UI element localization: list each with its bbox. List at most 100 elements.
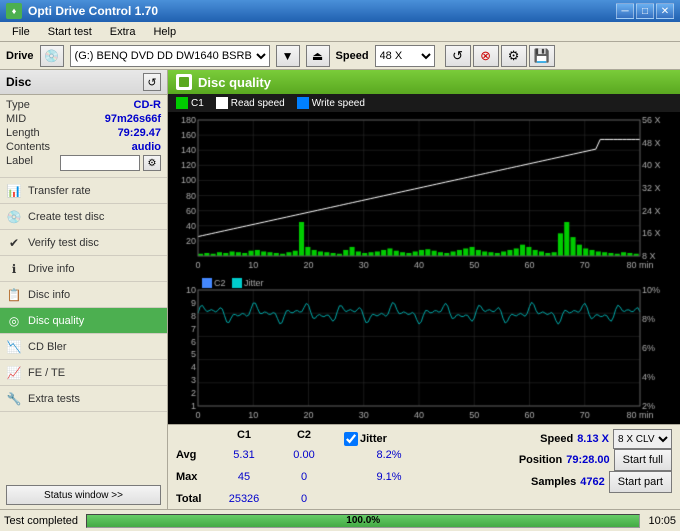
drive-select[interactable]: (G:) BENQ DVD DD DW1640 BSRB xyxy=(70,45,270,67)
title-bar: ♦ Opti Drive Control 1.70 ─ □ ✕ xyxy=(0,0,680,22)
sidebar-item-create-test-disc[interactable]: 💿 Create test disc xyxy=(0,204,167,230)
sidebar-item-disc-info[interactable]: 📋 Disc info xyxy=(0,282,167,308)
stats-header-row: C1 C2 Jitter Speed 8.13 X 8 X CLV xyxy=(174,429,674,449)
disc-info-panel: Type CD-R MID 97m26s66f Length 79:29.47 … xyxy=(0,95,167,178)
stats-jitter-header: Jitter xyxy=(344,429,434,449)
disc-contents-key: Contents xyxy=(6,141,50,153)
samples-label: Samples xyxy=(531,476,576,488)
menu-help[interactable]: Help xyxy=(145,24,184,40)
stats-col2-header: C2 xyxy=(274,429,334,449)
speed-select[interactable]: 48 X xyxy=(375,45,435,67)
maximize-button[interactable]: □ xyxy=(636,3,654,19)
save-icon-button[interactable]: 💾 xyxy=(529,45,555,67)
stats-avg-row: Avg 5.31 0.00 8.2% Position 79:28.00 Sta… xyxy=(174,449,674,471)
position-value: 79:28.00 xyxy=(566,454,609,466)
status-bar: Test completed 100.0% 10:05 xyxy=(0,509,680,531)
disc-label-input[interactable] xyxy=(60,155,140,171)
sidebar-item-verify-test-disc[interactable]: ✔ Verify test disc xyxy=(0,230,167,256)
fe-te-icon: 📈 xyxy=(6,365,22,381)
cd-bler-label: CD Bler xyxy=(28,341,67,353)
create-test-disc-icon: 💿 xyxy=(6,209,22,225)
erase-icon-button[interactable]: ⊗ xyxy=(473,45,499,67)
status-time: 10:05 xyxy=(648,515,676,527)
status-window-button[interactable]: Status window >> xyxy=(6,485,161,505)
disc-refresh-button[interactable]: ↺ xyxy=(143,73,161,91)
legend-read-speed-label: Read speed xyxy=(231,98,285,109)
cd-bler-icon: 📉 xyxy=(6,339,22,355)
stats-samples-container: Samples 4762 Start part xyxy=(434,471,672,493)
drive-info-icon: ℹ xyxy=(6,261,22,277)
jitter-checkbox[interactable] xyxy=(344,432,358,446)
settings-icon-button[interactable]: ⚙ xyxy=(501,45,527,67)
stats-total-c1: 25326 xyxy=(214,493,274,505)
disc-header: Disc ↺ xyxy=(0,70,167,95)
status-progress-container: 100.0% xyxy=(86,514,640,528)
position-label: Position xyxy=(519,454,562,466)
sidebar-item-disc-quality[interactable]: ◎ Disc quality xyxy=(0,308,167,334)
top-chart-container xyxy=(168,112,680,274)
legend-c1-color xyxy=(176,97,188,109)
stats-area: C1 C2 Jitter Speed 8.13 X 8 X CLV Avg 5.… xyxy=(168,424,680,509)
legend-c1-label: C1 xyxy=(191,98,204,109)
app-title: Opti Drive Control 1.70 xyxy=(28,4,158,18)
stats-avg-c1: 5.31 xyxy=(214,449,274,471)
stats-max-c1: 45 xyxy=(214,471,274,493)
minimize-button[interactable]: ─ xyxy=(616,3,634,19)
menu-bar: File Start test Extra Help xyxy=(0,22,680,42)
disc-type-row: Type CD-R xyxy=(6,99,161,111)
legend-write-speed-color xyxy=(297,97,309,109)
start-part-button[interactable]: Start part xyxy=(609,471,672,493)
close-button[interactable]: ✕ xyxy=(656,3,674,19)
disc-label-row: Label ⚙ xyxy=(6,155,161,171)
sidebar-item-transfer-rate[interactable]: 📊 Transfer rate xyxy=(0,178,167,204)
sidebar-item-fe-te[interactable]: 📈 FE / TE xyxy=(0,360,167,386)
speed-stat-label: Speed xyxy=(540,433,573,445)
chart-title: Disc quality xyxy=(198,75,271,90)
menu-extra[interactable]: Extra xyxy=(102,24,144,40)
sidebar-item-cd-bler[interactable]: 📉 CD Bler xyxy=(0,334,167,360)
status-text: Test completed xyxy=(4,515,78,527)
verify-test-disc-label: Verify test disc xyxy=(28,237,99,249)
samples-value: 4762 xyxy=(580,476,604,488)
disc-info-label: Disc info xyxy=(28,289,70,301)
chart-legend: C1 Read speed Write speed xyxy=(168,94,680,112)
disc-label-button[interactable]: ⚙ xyxy=(143,155,161,171)
start-full-button[interactable]: Start full xyxy=(614,449,672,471)
refresh-icon-button[interactable]: ↺ xyxy=(445,45,471,67)
fe-te-label: FE / TE xyxy=(28,367,65,379)
clv-select[interactable]: 8 X CLV xyxy=(613,429,672,449)
disc-quality-label: Disc quality xyxy=(28,315,84,327)
drive-refresh-button[interactable]: ▼ xyxy=(276,45,300,67)
stats-total-c2: 0 xyxy=(274,493,334,505)
speed-stat-value: 8.13 X xyxy=(577,433,609,445)
disc-mid-value: 97m26s66f xyxy=(105,113,161,125)
stats-max-row: Max 45 0 9.1% Samples 4762 Start part xyxy=(174,471,674,493)
window-controls: ─ □ ✕ xyxy=(616,3,674,19)
sidebar-item-drive-info[interactable]: ℹ Drive info xyxy=(0,256,167,282)
disc-contents-value: audio xyxy=(132,141,161,153)
stats-col1-header: C1 xyxy=(214,429,274,449)
legend-write-speed-label: Write speed xyxy=(312,98,365,109)
menu-start-test[interactable]: Start test xyxy=(40,24,100,40)
transfer-rate-icon: 📊 xyxy=(6,183,22,199)
chart-header: Disc quality xyxy=(168,70,680,94)
drive-icon-button[interactable]: 💿 xyxy=(40,45,64,67)
bottom-chart-container xyxy=(168,274,680,424)
stats-position-container: Position 79:28.00 Start full xyxy=(434,449,672,471)
drive-bar: Drive 💿 (G:) BENQ DVD DD DW1640 BSRB ▼ ⏏… xyxy=(0,42,680,70)
stats-spacer xyxy=(176,429,214,449)
extra-tests-icon: 🔧 xyxy=(6,391,22,407)
sidebar-item-extra-tests[interactable]: 🔧 Extra tests xyxy=(0,386,167,412)
create-test-disc-label: Create test disc xyxy=(28,211,104,223)
nav-items: 📊 Transfer rate 💿 Create test disc ✔ Ver… xyxy=(0,178,167,481)
menu-file[interactable]: File xyxy=(4,24,38,40)
disc-length-row: Length 79:29.47 xyxy=(6,127,161,139)
legend-read-speed-color xyxy=(216,97,228,109)
extra-tests-label: Extra tests xyxy=(28,393,80,405)
bottom-chart-canvas xyxy=(168,274,680,424)
drive-eject-button[interactable]: ⏏ xyxy=(306,45,330,67)
disc-type-key: Type xyxy=(6,99,30,111)
legend-c1: C1 xyxy=(176,97,204,109)
stats-avg-label: Avg xyxy=(176,449,214,471)
app-icon: ♦ xyxy=(6,3,22,19)
